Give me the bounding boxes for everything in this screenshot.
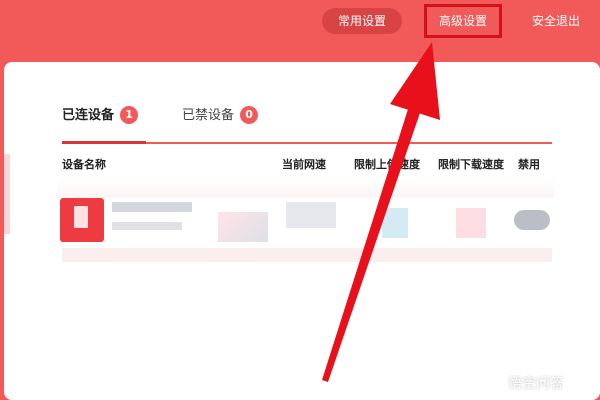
tab-connected-devices[interactable]: 已连设备 1 — [62, 104, 139, 124]
device-avatar — [60, 198, 104, 242]
tab-connected-label: 已连设备 — [62, 108, 115, 123]
device-name-blurred — [112, 202, 192, 212]
tab-underline — [62, 141, 552, 144]
blocked-count-badge: 0 — [240, 106, 259, 124]
devices-panel: 已连设备 1 已禁设备 0 设备名称 当前网速 限制上传速度 限制下载速度 禁用 — [4, 62, 600, 400]
active-tab-indicator — [62, 141, 146, 144]
upload-limit-control-blurred[interactable] — [382, 208, 408, 238]
col-header-current-speed: 当前网速 — [282, 158, 326, 171]
col-header-disable: 禁用 — [518, 158, 540, 171]
watermark-text: 悟空问答 — [508, 376, 564, 392]
logout-link[interactable]: 安全退出 — [532, 8, 592, 34]
device-speed-blurred — [218, 212, 268, 242]
download-limit-control-blurred[interactable] — [456, 208, 486, 238]
panel-edge-tab — [4, 154, 10, 234]
nav-advanced-settings[interactable]: 高级设置 — [424, 4, 502, 38]
col-header-device-name: 设备名称 — [62, 158, 106, 171]
nav-common-settings[interactable]: 常用设置 — [322, 8, 402, 34]
connected-count-badge: 1 — [120, 106, 139, 124]
top-bar: 常用设置 高级设置 安全退出 — [0, 0, 600, 62]
header-row-fade — [58, 178, 554, 198]
tab-blocked-devices[interactable]: 已禁设备 0 — [182, 104, 259, 124]
watermark: 悟空问答 — [486, 372, 596, 396]
col-header-upload-limit: 限制上传速度 — [354, 158, 420, 171]
device-mac-blurred — [112, 222, 182, 230]
col-header-download-limit: 限制下载速度 — [438, 158, 504, 171]
disable-toggle-blurred[interactable] — [514, 210, 550, 230]
tab-blocked-label: 已禁设备 — [182, 108, 235, 123]
device-speed-value-blurred — [286, 202, 336, 228]
chat-bubble-icon — [486, 373, 504, 391]
row-bottom-fade — [62, 248, 552, 262]
